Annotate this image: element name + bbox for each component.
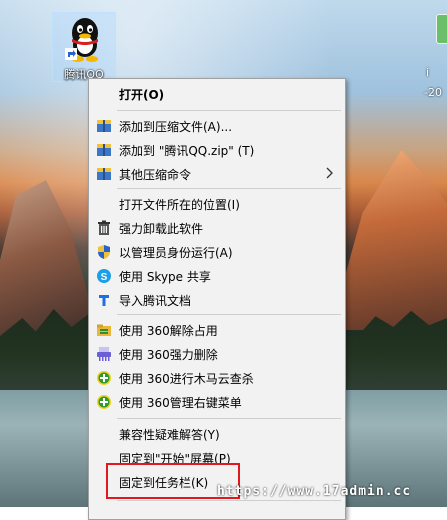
menu-separator xyxy=(117,188,341,189)
menu-item-label: 使用 360解除占用 xyxy=(119,324,218,338)
menu-item-label: 以管理员身份运行(A) xyxy=(119,246,233,260)
plus-360-icon xyxy=(97,371,111,385)
tencent-docs-icon xyxy=(99,295,109,306)
menu-item-label: 添加到压缩文件(A)... xyxy=(119,120,233,134)
plus-360-icon xyxy=(97,395,111,409)
menu-item-label: 使用 360进行木马云查杀 xyxy=(119,372,254,386)
menu-item-360-manage-context-menu[interactable]: 使用 360管理右键菜单 xyxy=(90,390,344,414)
menu-item-360-trojan-scan[interactable]: 使用 360进行木马云查杀 xyxy=(90,366,344,390)
qq-penguin-icon xyxy=(65,18,98,62)
menu-separator xyxy=(117,110,341,111)
desktop-icon-qq[interactable]: 腾讯QQ xyxy=(52,12,116,82)
menu-item-360-force-delete[interactable]: 使用 360强力删除 xyxy=(90,342,344,366)
menu-item-open[interactable]: 打开(O) xyxy=(90,82,344,106)
menu-separator xyxy=(117,500,341,501)
menu-item-label: 强力卸载此软件 xyxy=(119,222,204,236)
menu-item-label: 导入腾讯文档 xyxy=(119,294,192,308)
menu-item-import-tencent-docs[interactable]: 导入腾讯文档 xyxy=(90,288,344,312)
menu-item-label: 使用 Skype 共享 xyxy=(119,270,211,284)
folder-360-icon xyxy=(97,324,111,336)
context-menu: 打开(O) 添加到压缩文件(A)... 添加到 "腾讯QQ.zip" (T) 其… xyxy=(88,78,346,520)
menu-item-open-location[interactable]: 打开文件所在的位置(I) xyxy=(90,192,344,216)
menu-item-label: 添加到 "腾讯QQ.zip" (T) xyxy=(119,144,255,158)
watermark-text: https://www.17admin.cc xyxy=(217,484,412,499)
menu-separator xyxy=(117,314,341,315)
menu-separator xyxy=(117,418,341,419)
svg-text:S: S xyxy=(101,272,108,283)
uninstall-icon xyxy=(98,220,110,235)
menu-item-force-uninstall[interactable]: 强力卸载此软件 xyxy=(90,216,344,240)
menu-item-label: 打开文件所在的位置(I) xyxy=(119,198,240,212)
menu-item-skype-share[interactable]: S 使用 Skype 共享 xyxy=(90,264,344,288)
menu-item-label: 打开(O) xyxy=(119,88,165,102)
skype-icon: S xyxy=(97,269,111,283)
menu-item-other-compress[interactable]: 其他压缩命令 xyxy=(90,162,344,186)
desktop-icon-partial-label-1: i xyxy=(426,66,430,79)
archive-icon xyxy=(97,144,111,156)
menu-item-label: 兼容性疑难解答(Y) xyxy=(119,428,220,442)
menu-item-label: 其他压缩命令 xyxy=(119,168,192,182)
menu-item-compat-troubleshoot[interactable]: 兼容性疑难解答(Y) xyxy=(90,422,344,446)
menu-item-360-unlock[interactable]: 使用 360解除占用 xyxy=(90,318,344,342)
menu-item-run-as-admin[interactable]: 以管理员身份运行(A) xyxy=(90,240,344,264)
shredder-360-icon xyxy=(97,347,111,361)
menu-item-label: 使用 360强力删除 xyxy=(119,348,218,362)
chevron-right-icon xyxy=(326,167,333,179)
desktop-icon-partial[interactable] xyxy=(436,14,447,44)
menu-item-label: 使用 360管理右键菜单 xyxy=(119,396,242,410)
menu-item-add-to-archive[interactable]: 添加到压缩文件(A)... xyxy=(90,114,344,138)
wallpaper-mountain-right xyxy=(330,150,447,330)
archive-icon xyxy=(97,168,111,180)
uac-shield-icon xyxy=(98,245,110,259)
desktop-icon-partial-label-2: -20 xyxy=(424,86,442,99)
menu-item-add-to-zip[interactable]: 添加到 "腾讯QQ.zip" (T) xyxy=(90,138,344,162)
archive-icon xyxy=(97,120,111,132)
